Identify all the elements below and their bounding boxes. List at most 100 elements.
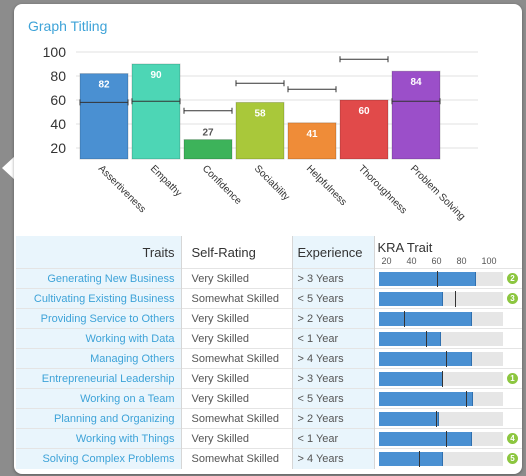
kra-axis: 20 40 60 80 100 (378, 256, 523, 268)
kra-cell (373, 328, 522, 349)
table-row[interactable]: Working on a Team Very Skilled < 5 Years (16, 388, 522, 409)
self-rating: Somewhat Skilled (180, 288, 292, 309)
kra-target-marker (403, 310, 405, 327)
experience: > 4 Years (291, 348, 374, 369)
x-tick-label: Thoroughness (356, 163, 409, 216)
trait-chart-card: Graph Titling 100 80 60 40 20 82 Assertiveness… (14, 4, 522, 474)
kra-target-marker (418, 450, 420, 467)
self-rating: Very Skilled (180, 328, 292, 349)
kra-bar-track (378, 410, 503, 427)
kra-cell: 3 (373, 288, 522, 309)
kra-bar-track (378, 430, 503, 447)
trait-name[interactable]: Working with Things (16, 428, 181, 449)
kra-target-marker (435, 410, 437, 427)
rank-badge: 5 (507, 453, 518, 464)
trait-name[interactable]: Solving Complex Problems (16, 448, 181, 469)
y-tick-label: 80 (50, 68, 66, 84)
kra-tick-label: 80 (456, 256, 467, 266)
trait-name[interactable]: Generating New Business (16, 268, 181, 289)
self-rating: Somewhat Skilled (180, 348, 292, 369)
x-tick-label: Helpfulness (304, 163, 349, 208)
kra-bar-fill (378, 371, 443, 386)
self-rating: Somewhat Skilled (180, 448, 292, 469)
kra-cell: 5 (373, 448, 522, 469)
kra-bar-track (378, 390, 503, 407)
kra-bar-fill (378, 391, 473, 406)
experience: > 3 Years (291, 268, 374, 289)
kra-target-marker (445, 430, 447, 447)
kra-bar-fill (378, 431, 472, 446)
kra-cell: 1 (373, 368, 522, 389)
table-row[interactable]: Managing Others Somewhat Skilled > 4 Years (16, 348, 522, 369)
trait-name[interactable]: Entrepreneurial Leadership (16, 368, 181, 389)
table-row[interactable]: Generating New Business Very Skilled > 3 Y… (16, 268, 522, 289)
kra-target-marker (425, 330, 427, 347)
bar-confidence[interactable] (183, 139, 233, 160)
rank-badge: 3 (507, 293, 518, 304)
table-body: Generating New Business Very Skilled > 3 Y… (16, 268, 522, 469)
trait-name[interactable]: Cultivating Existing Business (16, 288, 181, 309)
rank-badge: 1 (507, 373, 518, 384)
table-row[interactable]: Working with Data Very Skilled < 1 Year (16, 328, 522, 349)
rank-badge: 4 (507, 433, 518, 444)
kra-bar-track (378, 370, 503, 387)
y-tick-label: 20 (50, 140, 66, 156)
self-rating-header: Self-Rating (180, 236, 292, 269)
kra-bar-track (378, 450, 503, 467)
kra-target-marker (454, 290, 456, 307)
table-row[interactable]: Planning and Organizing Somewhat Skilled >… (16, 408, 522, 429)
traits-header: Traits (16, 236, 181, 269)
y-tick-label: 100 (43, 44, 67, 60)
kra-tick-label: 100 (481, 256, 497, 266)
kra-bar-track (378, 330, 503, 347)
kra-cell: 2 (373, 268, 522, 289)
experience: < 5 Years (291, 388, 374, 409)
x-tick-label: Sociability (252, 163, 292, 203)
kra-bar-fill (378, 451, 443, 466)
kra-bar-track (378, 310, 503, 327)
table-row[interactable]: Solving Complex Problems Somewhat Skilled… (16, 448, 522, 469)
table-row[interactable]: Cultivating Existing Business Somewhat Sk… (16, 288, 522, 309)
table-row[interactable]: Entrepreneurial Leadership Very Skilled > … (16, 368, 522, 389)
kra-cell: 4 (373, 428, 522, 449)
table-row[interactable]: Providing Service to Others Very Skilled >… (16, 308, 522, 329)
kra-target-marker (465, 390, 467, 407)
kra-bar-fill (378, 271, 476, 286)
kra-tick-label: 20 (381, 256, 392, 266)
experience: < 1 Year (291, 328, 374, 349)
kra-tick-label: 40 (406, 256, 417, 266)
kra-bar-track (378, 350, 503, 367)
trait-name[interactable]: Providing Service to Others (16, 308, 181, 329)
kra-title: KRA Trait (377, 240, 433, 255)
bar-value-label: 41 (306, 129, 318, 140)
x-tick-label: Problem Solving (408, 163, 467, 222)
kra-bar-fill (378, 411, 439, 426)
self-rating: Very Skilled (180, 428, 292, 449)
table-header-row: Traits Self-Rating Experience KRA Trait … (16, 236, 522, 269)
experience: < 1 Year (291, 428, 374, 449)
experience: > 2 Years (291, 308, 374, 329)
kra-bar-track (378, 290, 503, 307)
trait-name[interactable]: Working with Data (16, 328, 181, 349)
bar-value-label: 58 (254, 108, 266, 119)
trait-name[interactable]: Planning and Organizing (16, 408, 181, 429)
trait-name[interactable]: Managing Others (16, 348, 181, 369)
experience: > 3 Years (291, 368, 374, 389)
bar-value-label: 84 (410, 77, 422, 88)
kra-bar-fill (378, 331, 441, 346)
table-row[interactable]: Working with Things Very Skilled < 1 Year 4 (16, 428, 522, 449)
kra-target-marker (445, 350, 447, 367)
kra-cell (373, 408, 522, 429)
trait-name[interactable]: Working on a Team (16, 388, 181, 409)
experience-header: Experience (291, 236, 374, 269)
kra-bar-fill (378, 351, 472, 366)
kra-cell (373, 388, 522, 409)
kra-bar-fill (378, 291, 443, 306)
rank-badge: 2 (507, 273, 518, 284)
experience: > 2 Years (291, 408, 374, 429)
x-tick-label: Empathy (148, 163, 184, 199)
kra-cell (373, 308, 522, 329)
bar-chart: 100 80 60 40 20 82 Assertiveness 90 Empathy 27 Con… (43, 44, 478, 223)
kra-target-marker (441, 370, 443, 387)
y-tick-label: 60 (50, 92, 66, 108)
